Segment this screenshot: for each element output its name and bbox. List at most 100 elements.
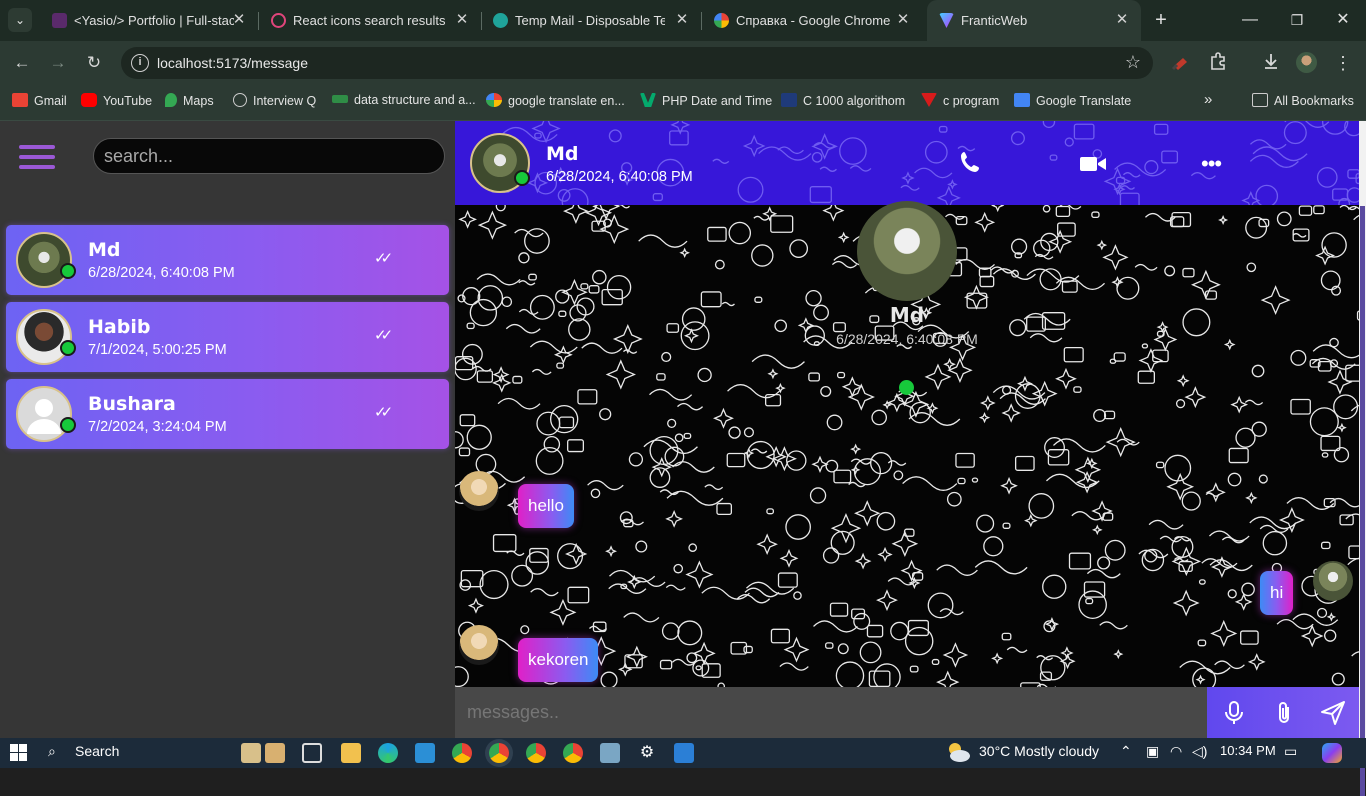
tab-franticweb[interactable]: FranticWeb ✕ xyxy=(927,0,1141,41)
copilot-icon[interactable] xyxy=(1322,743,1342,763)
hamburger-menu-icon[interactable] xyxy=(19,145,55,173)
close-tab-icon[interactable]: ✕ xyxy=(673,11,691,29)
bookmarks-overflow-icon[interactable]: » xyxy=(1204,91,1212,111)
weather-text[interactable]: 30°C Mostly cloudy xyxy=(979,743,1099,763)
doodle-shape xyxy=(534,132,542,139)
tab-temp-mail[interactable]: Temp Mail - Disposable Tem ✕ xyxy=(481,0,701,41)
widget-icon[interactable] xyxy=(265,743,285,763)
bookmark-star-icon[interactable]: ☆ xyxy=(1125,52,1141,73)
doodle-shape xyxy=(1166,472,1195,501)
reload-icon[interactable]: ↻ xyxy=(83,52,105,74)
contact-item[interactable]: Md 6/28/2024, 6:40:08 PM ✓✓ xyxy=(6,225,449,295)
avatar xyxy=(16,232,72,288)
phone-icon[interactable] xyxy=(960,151,980,178)
close-tab-icon[interactable]: ✕ xyxy=(894,11,912,29)
notification-icon[interactable]: ▭ xyxy=(1284,743,1297,763)
contact-item[interactable]: Habib 7/1/2024, 5:00:25 PM ✓✓ xyxy=(6,302,449,372)
clock[interactable]: 10:34 PM xyxy=(1220,743,1276,763)
send-icon[interactable] xyxy=(1320,700,1346,726)
volume-icon[interactable]: ◁) xyxy=(1192,743,1207,763)
tab-react-icons[interactable]: React icons search results ✕ xyxy=(259,0,481,41)
message-input[interactable] xyxy=(455,687,1207,738)
doodle-shape xyxy=(1001,385,1012,395)
tab-chrome-help[interactable]: Справка - Google Chrome ✕ xyxy=(702,0,922,41)
close-tab-icon[interactable]: ✕ xyxy=(453,11,471,29)
show-hidden-icons[interactable]: ⌃ xyxy=(1120,743,1132,763)
doodle-shape xyxy=(707,226,727,242)
bookmark-maps[interactable]: Maps xyxy=(165,93,214,113)
restore-icon[interactable]: ❐ xyxy=(1285,10,1309,30)
chrome-icon[interactable] xyxy=(452,743,472,763)
edge-icon[interactable] xyxy=(378,743,398,763)
close-window-icon[interactable]: ✕ xyxy=(1331,10,1355,30)
url-text[interactable]: localhost:5173/message xyxy=(157,55,308,71)
doodle-shape xyxy=(1137,370,1156,384)
bookmark-gfg[interactable]: data structure and a... xyxy=(332,93,476,113)
bookmark-interview[interactable]: Interview Q xyxy=(233,93,316,113)
video-call-icon[interactable] xyxy=(1080,155,1106,178)
bookmark-gmail[interactable]: Gmail xyxy=(12,93,67,113)
task-view-icon[interactable] xyxy=(302,743,322,763)
settings-gear-icon[interactable]: ⚙ xyxy=(637,743,657,763)
weather-icon[interactable] xyxy=(945,741,971,762)
app-icon[interactable] xyxy=(600,743,620,763)
extension-pin-icon[interactable] xyxy=(1170,52,1192,74)
doodle-shape xyxy=(774,319,788,333)
address-bar[interactable]: i localhost:5173/message ☆ xyxy=(121,47,1153,79)
new-tab-icon[interactable]: + xyxy=(1149,9,1173,33)
close-tab-icon[interactable]: ✕ xyxy=(230,11,248,29)
search-input[interactable] xyxy=(93,138,445,174)
more-options-icon[interactable]: ••• xyxy=(1201,151,1222,177)
close-tab-icon[interactable]: ✕ xyxy=(1113,11,1131,29)
contact-time: 6/28/2024, 6:40:08 PM xyxy=(88,265,235,281)
doodle-shape xyxy=(1252,146,1308,162)
chrome-menu-icon[interactable]: ⋮ xyxy=(1332,52,1354,74)
tab-title: Temp Mail - Disposable Tem xyxy=(515,13,665,28)
scrollbar-thumb[interactable] xyxy=(1360,206,1365,796)
downloads-icon[interactable] xyxy=(1260,52,1282,74)
back-icon[interactable]: ← xyxy=(11,52,33,74)
vscode-icon[interactable] xyxy=(415,743,435,763)
widget-icon[interactable] xyxy=(241,743,261,763)
extensions-puzzle-icon[interactable] xyxy=(1207,52,1229,74)
doodle-shape xyxy=(793,591,802,600)
doodle-shape xyxy=(479,569,509,600)
doodle-shape xyxy=(1055,276,1106,291)
doodle-shape xyxy=(765,445,787,468)
doodle-shape xyxy=(608,129,622,143)
doodle-shape xyxy=(1181,491,1201,511)
profile-avatar-icon[interactable] xyxy=(1296,52,1318,74)
page-scrollbar[interactable] xyxy=(1359,121,1366,796)
app-icon[interactable] xyxy=(674,743,694,763)
site-info-icon[interactable]: i xyxy=(131,54,149,72)
tab-search-button[interactable]: ⌄ xyxy=(8,8,32,32)
chrome-icon[interactable] xyxy=(526,743,546,763)
bookmark-google-translate-en[interactable]: google translate en... xyxy=(486,93,625,113)
doodle-shape xyxy=(679,247,690,259)
minimize-icon[interactable]: — xyxy=(1238,10,1262,30)
translate-icon xyxy=(1014,93,1030,107)
tray-icon[interactable]: ▣ xyxy=(1146,743,1159,763)
chrome-active-icon[interactable] xyxy=(489,743,509,763)
attachment-icon[interactable] xyxy=(1271,700,1297,726)
doodle-shape xyxy=(924,140,948,164)
file-explorer-icon[interactable] xyxy=(341,743,361,763)
taskbar-search-label[interactable]: Search xyxy=(75,743,119,763)
taskbar-search-icon[interactable]: ⌕ xyxy=(48,743,56,763)
forward-icon[interactable]: → xyxy=(47,52,69,74)
all-bookmarks[interactable]: All Bookmarks xyxy=(1252,93,1354,113)
microphone-icon[interactable] xyxy=(1221,700,1247,726)
bookmark-php-date[interactable]: PHP Date and Time xyxy=(640,93,772,113)
bookmark-google-translate[interactable]: Google Translate xyxy=(1014,93,1131,113)
contact-item[interactable]: Bushara 7/2/2024, 3:24:04 PM ✓✓ xyxy=(6,379,449,449)
bookmark-c-program[interactable]: c program xyxy=(921,93,999,113)
bookmark-youtube[interactable]: YouTube xyxy=(81,93,152,113)
sender-avatar xyxy=(459,471,499,511)
doodle-shape xyxy=(492,534,517,553)
chrome-icon[interactable] xyxy=(563,743,583,763)
doodle-shape xyxy=(518,308,539,315)
windows-start-icon[interactable] xyxy=(10,744,27,764)
tab-portfolio[interactable]: <Yasio/> Portfolio | Full-stac ✕ xyxy=(40,0,258,41)
wifi-icon[interactable]: ◠ xyxy=(1170,743,1182,763)
bookmark-c1000[interactable]: C 1000 algorithom xyxy=(781,93,905,113)
